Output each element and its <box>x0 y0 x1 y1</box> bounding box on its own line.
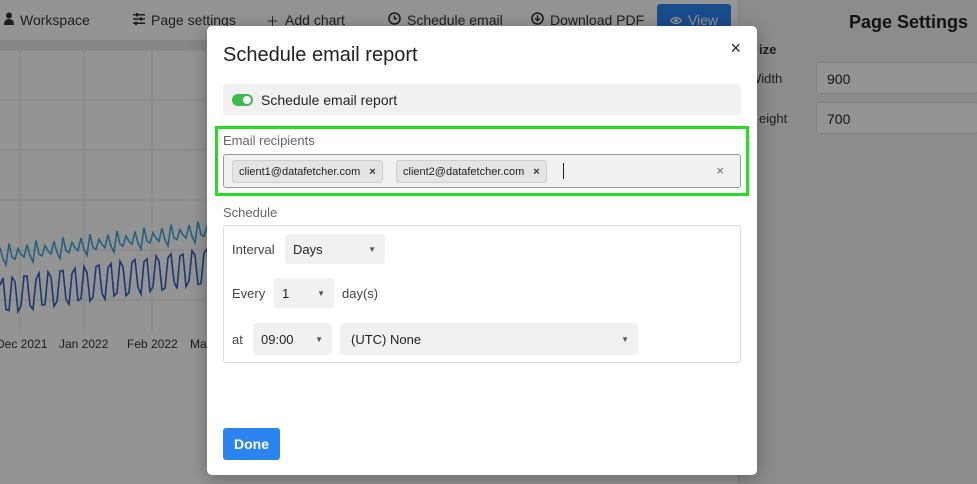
time-select[interactable]: 09:00 ▼ <box>253 323 332 355</box>
remove-recipient-icon[interactable]: × <box>533 166 539 178</box>
recipient-chip: client2@datafetcher.com × <box>396 160 547 183</box>
schedule-toggle[interactable] <box>232 93 253 106</box>
clear-recipients-icon[interactable]: × <box>716 163 724 178</box>
interval-label: Interval <box>232 242 275 257</box>
dialog-title: Schedule email report <box>223 44 418 66</box>
every-unit: day(s) <box>342 286 379 301</box>
recipient-email: client1@datafetcher.com <box>239 165 361 178</box>
recipients-input[interactable]: client1@datafetcher.com × client2@datafe… <box>223 154 741 188</box>
recipients-label: Email recipients <box>223 133 315 148</box>
time-value: 09:00 <box>261 332 294 347</box>
text-caret <box>563 163 564 179</box>
dropdown-arrow-icon: ▼ <box>368 245 376 254</box>
at-label: at <box>232 332 243 347</box>
remove-recipient-icon[interactable]: × <box>369 166 375 178</box>
every-select[interactable]: 1 ▼ <box>274 278 334 308</box>
recipient-email: client2@datafetcher.com <box>403 165 525 178</box>
every-label: Every <box>232 286 266 301</box>
done-button[interactable]: Done <box>223 428 280 460</box>
schedule-toggle-label: Schedule email report <box>261 91 398 108</box>
schedule-toggle-row[interactable]: Schedule email report <box>223 84 741 115</box>
schedule-panel: Interval Days ▼ Every 1 ▼ day(s) at 09:0… <box>223 225 741 363</box>
interval-value: Days <box>293 242 323 257</box>
recipient-chip: client1@datafetcher.com × <box>232 160 383 183</box>
dropdown-arrow-icon: ▼ <box>621 335 629 344</box>
dropdown-arrow-icon: ▼ <box>317 289 325 298</box>
close-button[interactable]: × <box>730 38 741 59</box>
interval-select[interactable]: Days ▼ <box>285 234 385 264</box>
dropdown-arrow-icon: ▼ <box>315 335 323 344</box>
timezone-select[interactable]: (UTC) None ▼ <box>340 323 638 355</box>
timezone-value: (UTC) None <box>351 332 422 347</box>
schedule-label: Schedule <box>223 205 278 220</box>
schedule-email-dialog: Schedule email report × Schedule email r… <box>207 26 757 475</box>
every-value: 1 <box>282 286 290 301</box>
